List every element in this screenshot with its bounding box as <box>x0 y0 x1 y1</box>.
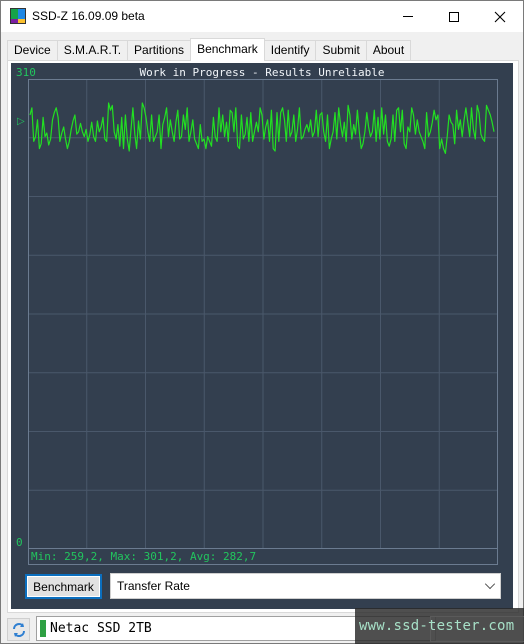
graph-title: Work in Progress - Results Unreliable <box>139 66 385 79</box>
app-window: SSD-Z 16.09.09 beta Device S.M.A.R.T. Pa… <box>0 0 524 644</box>
plot-area <box>28 79 498 549</box>
transfer-rate-trace <box>29 102 495 154</box>
tab-smart[interactable]: S.M.A.R.T. <box>56 40 129 61</box>
watermark-text: www.ssd-tester.com <box>359 618 515 634</box>
refresh-icon <box>12 622 25 637</box>
tab-identify[interactable]: Identify <box>263 40 317 61</box>
benchmark-panel: 310 Work in Progress - Results Unreliabl… <box>7 60 519 613</box>
close-icon <box>494 11 506 22</box>
device-status-led <box>40 620 46 637</box>
device-name: Netac SSD 2TB <box>50 621 152 636</box>
refresh-button[interactable] <box>7 618 30 641</box>
benchmark-mode-select[interactable]: Transfer Rate <box>110 573 501 599</box>
y-axis-min-label: 0 <box>16 536 23 549</box>
average-marker-icon: ▷ <box>17 116 25 127</box>
tab-strip: Device S.M.A.R.T. Partitions Benchmark I… <box>7 38 412 61</box>
close-button[interactable] <box>477 1 523 32</box>
tab-about[interactable]: About <box>365 40 412 61</box>
stats-readout: Min: 259,2, Max: 301,2, Avg: 282,7 <box>31 550 257 563</box>
benchmark-button[interactable]: Benchmark <box>25 574 102 599</box>
chevron-down-icon <box>484 578 496 590</box>
title-bar: SSD-Z 16.09.09 beta <box>1 1 523 32</box>
watermark-overlay: www.ssd-tester.com <box>355 608 524 644</box>
tab-benchmark[interactable]: Benchmark <box>190 38 265 61</box>
minimize-icon <box>403 16 413 17</box>
minimize-button[interactable] <box>385 1 431 32</box>
tab-partitions[interactable]: Partitions <box>127 40 192 61</box>
window-title: SSD-Z 16.09.09 beta <box>32 9 145 23</box>
maximize-icon <box>449 11 459 22</box>
maximize-button[interactable] <box>431 1 477 32</box>
benchmark-graph: 310 Work in Progress - Results Unreliabl… <box>11 63 513 609</box>
tab-submit[interactable]: Submit <box>315 40 367 61</box>
tab-device[interactable]: Device <box>7 40 58 61</box>
app-logo-icon <box>10 8 26 24</box>
benchmark-mode-value: Transfer Rate <box>117 579 190 593</box>
